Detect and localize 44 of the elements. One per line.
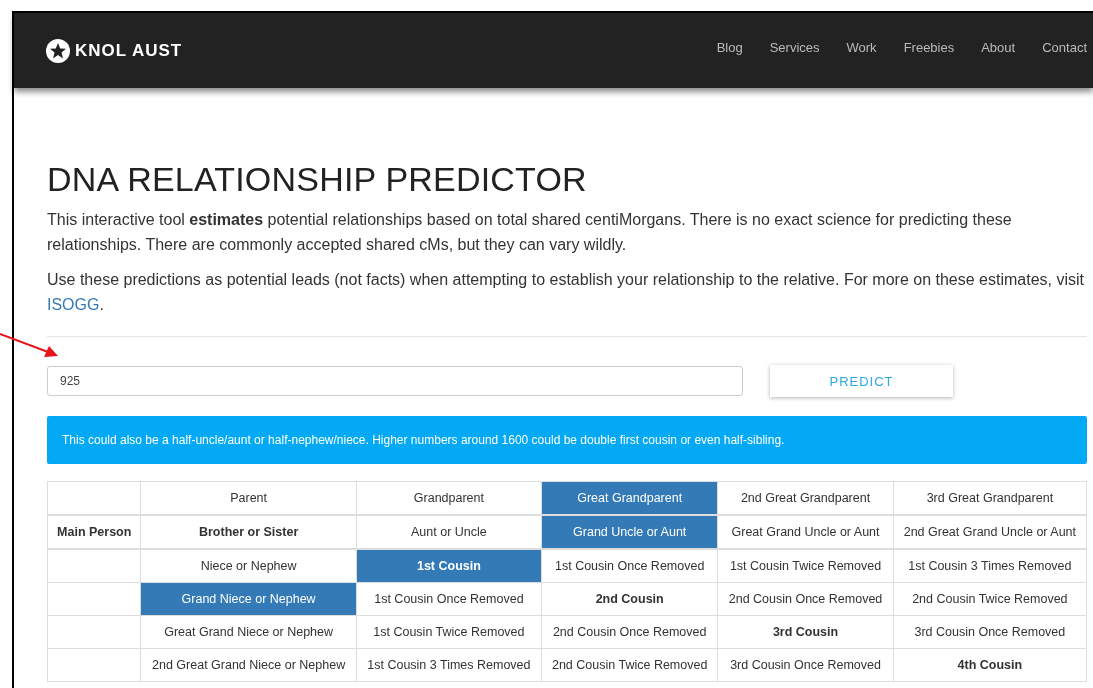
table-cell: 1st Cousin Once Removed (541, 549, 718, 583)
table-cell: Main Person (47, 515, 141, 549)
brand-name[interactable]: KNOL AUST (75, 40, 183, 61)
table-cell: Great Grandparent (541, 481, 718, 515)
isogg-link[interactable]: ISOGG (47, 296, 100, 313)
table-cell: 2nd Cousin Twice Removed (541, 648, 718, 682)
table-cell: 1st Cousin Twice Removed (356, 615, 542, 649)
info-alert: This could also be a half-uncle/aunt or half-nephew/niece. Higher numbers around 1600 could be double first cousin or even half-sibling. (47, 416, 1087, 464)
intro-paragraph: This interactive tool estimates potential relationships based on total shared centiMorgans. There is no exact science for predicting these relationships. There are commonly accepted shared cMs, but they can vary wildly. (47, 210, 1013, 255)
nav-link[interactable]: Services (769, 40, 820, 55)
nav-link[interactable]: Work (846, 40, 877, 55)
nav-link[interactable]: Freebies (903, 40, 955, 55)
table-cell: 1st Cousin Once Removed (356, 582, 542, 616)
table-cell: 2nd Cousin Once Removed (717, 582, 894, 616)
nav-link[interactable]: Contact (1042, 40, 1087, 55)
table-cell: Great Grand Uncle or Aunt (717, 515, 894, 549)
table-cell: 3rd Great Grandparent (893, 481, 1087, 515)
table-cell: Grandparent (356, 481, 542, 515)
table-cell: Parent (140, 481, 357, 515)
table-cell: Great Grand Niece or Nephew (140, 615, 357, 649)
star-logo-icon (46, 38, 70, 63)
table-cell: 3rd Cousin Once Removed (893, 615, 1087, 649)
table-cell: 2nd Cousin Once Removed (541, 615, 718, 649)
table-cell: Brother or Sister (140, 515, 357, 549)
page-title: DNA RELATIONSHIP PREDICTOR (47, 160, 588, 199)
nav-link[interactable]: About (981, 40, 1016, 55)
table-cell: 2nd Cousin Twice Removed (893, 582, 1087, 616)
table-cell: 2nd Great Grand Uncle or Aunt (893, 515, 1087, 549)
table-cell: 2nd Great Grandparent (717, 481, 894, 515)
table-cell: 1st Cousin (356, 549, 542, 583)
nav-link[interactable]: Blog (716, 40, 743, 55)
leads-paragraph: Use these predictions as potential leads (not facts) when attempting to establish your relationship to the relative. For more on these estimates, visit ISOGG. (47, 270, 1085, 315)
table-cell: Grand Uncle or Aunt (541, 515, 718, 549)
table-cell: 3rd Cousin (717, 615, 894, 649)
table-cell: 3rd Cousin Once Removed (717, 648, 894, 682)
table-cell: Grand Niece or Nephew (140, 582, 357, 616)
table-cell: 1st Cousin 3 Times Removed (356, 648, 542, 682)
table-cell: 2nd Cousin (541, 582, 718, 616)
table-cell: 2nd Great Grand Niece or Nephew (140, 648, 357, 682)
table-cell: Niece or Nephew (140, 549, 357, 583)
table-cell: 1st Cousin 3 Times Removed (893, 549, 1087, 583)
table-cell: 4th Cousin (893, 648, 1087, 682)
centimorgan-input[interactable]: 925 (47, 366, 743, 396)
table-cell: 1st Cousin Twice Removed (717, 549, 894, 583)
